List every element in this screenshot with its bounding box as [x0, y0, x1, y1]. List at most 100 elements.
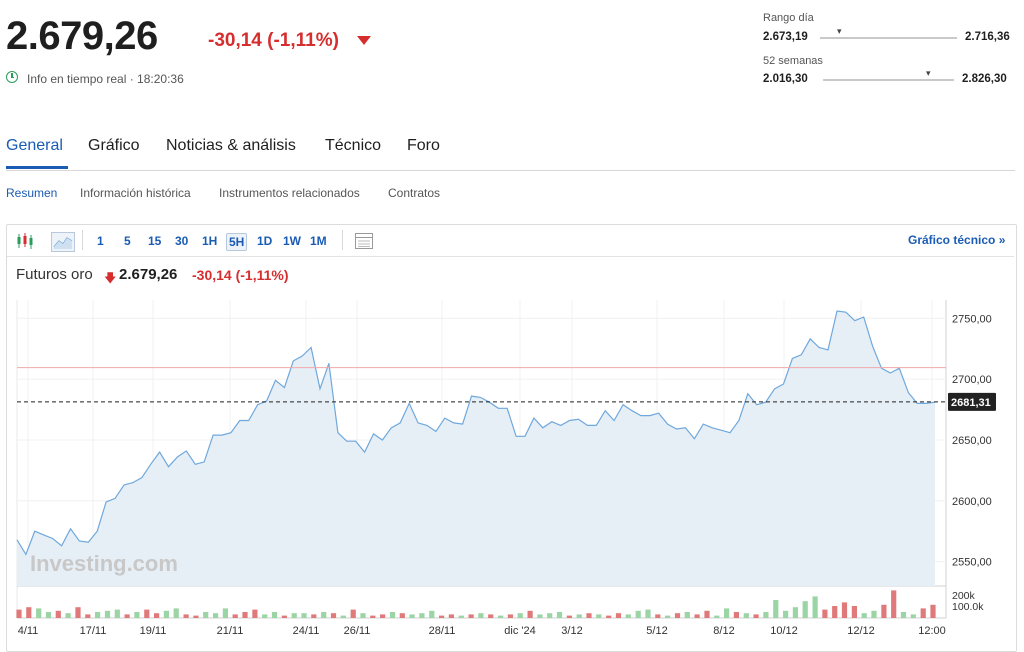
volume-bar	[330, 613, 337, 618]
volume-tick-label: 100.0k	[952, 601, 984, 613]
volume-bar	[822, 609, 828, 618]
x-tick-label: dic '24	[504, 625, 535, 637]
volume-bar	[55, 610, 61, 618]
volume-bar	[891, 590, 897, 618]
volume-bar	[733, 612, 739, 618]
volume-bar	[16, 609, 22, 618]
volume-bar	[753, 614, 759, 618]
volume-bar	[763, 612, 769, 618]
volume-bar	[124, 614, 130, 618]
volume-bar	[694, 614, 700, 618]
x-tick-label: 28/11	[429, 625, 456, 637]
volume-bar	[291, 613, 297, 618]
volume-bar	[242, 612, 248, 618]
x-tick-label: 12:00	[918, 625, 946, 637]
volume-bar	[802, 601, 808, 618]
volume-bar	[45, 612, 52, 618]
volume-bar	[458, 615, 464, 618]
volume-bar	[556, 612, 563, 618]
volume-bar	[851, 606, 857, 618]
y-tick-label: 2700,00	[952, 374, 992, 386]
volume-bar	[743, 613, 749, 618]
volume-bar	[26, 607, 32, 618]
volume-bar	[841, 602, 848, 618]
volume-bar	[193, 615, 199, 618]
volume-bar	[910, 614, 916, 618]
volume-bar	[350, 609, 356, 618]
volume-bar	[792, 607, 798, 618]
y-tick-label: 2600,00	[952, 496, 992, 508]
volume-bar	[281, 615, 287, 618]
x-tick-label: 19/11	[140, 625, 167, 637]
volume-bar	[419, 613, 425, 618]
volume-bar	[832, 606, 838, 618]
volume-bar	[527, 610, 533, 618]
volume-bar	[429, 610, 435, 618]
volume-bar	[871, 610, 877, 618]
volume-bar	[301, 613, 307, 618]
volume-bar	[85, 614, 91, 618]
volume-bar	[114, 609, 120, 618]
volume-bar	[262, 614, 268, 618]
volume-bar	[389, 612, 396, 618]
volume-bar	[36, 608, 42, 618]
y-tick-label: 2650,00	[952, 435, 992, 447]
current-price-label: 2681,31	[951, 397, 991, 409]
volume-bar	[478, 613, 484, 618]
volume-bar	[468, 614, 474, 618]
volume-bar	[252, 609, 258, 618]
volume-bar	[547, 613, 553, 618]
volume-bar	[674, 613, 681, 618]
price-chart[interactable]: 2550,00 2600,00 2650,00 2700,00 2750,00 2681,…	[0, 0, 1024, 650]
volume-bar	[65, 613, 71, 618]
volume-bar	[920, 608, 926, 618]
volume-bar	[812, 596, 818, 618]
volume-bar	[213, 613, 219, 618]
y-tick-label: 2750,00	[952, 313, 992, 325]
volume-bar	[183, 614, 189, 618]
x-tick-label: 24/11	[293, 625, 320, 637]
volume-bar	[704, 610, 710, 618]
volume-bar	[861, 613, 867, 618]
investing-watermark: Investing.com	[30, 551, 178, 576]
volume-bar	[311, 614, 317, 618]
volume-bar	[714, 615, 720, 618]
volume-bar	[380, 614, 386, 618]
volume-bar	[321, 612, 327, 618]
volume-bar	[537, 614, 543, 618]
volume-bar	[615, 613, 622, 618]
volume-bar	[773, 600, 779, 618]
x-tick-label: 17/11	[80, 625, 107, 637]
x-tick-label: 3/12	[561, 625, 582, 637]
volume-bar	[724, 608, 730, 618]
x-tick-label: 8/12	[713, 625, 734, 637]
volume-bar	[625, 614, 631, 618]
volume-bar	[232, 614, 238, 618]
volume-bar	[271, 612, 278, 618]
volume-bar	[517, 613, 523, 618]
volume-bar	[645, 609, 651, 618]
volume-bar	[154, 613, 160, 618]
volume-bar	[370, 615, 376, 618]
volume-bar	[665, 615, 671, 618]
volume-bar	[222, 608, 228, 618]
volume-bar	[596, 614, 602, 618]
x-tick-label: 12/12	[847, 625, 875, 637]
volume-bar	[144, 609, 150, 618]
x-tick-label: 10/12	[770, 625, 798, 637]
volume-bar	[606, 615, 612, 618]
volume-bar	[783, 610, 789, 618]
volume-bar	[900, 612, 907, 618]
volume-bar	[104, 610, 111, 618]
volume-bar	[163, 610, 169, 618]
volume-bar	[95, 612, 101, 618]
volume-bar	[173, 608, 179, 618]
volume-bar	[881, 604, 887, 618]
volume-bar	[635, 610, 641, 618]
x-tick-label: 5/12	[646, 625, 667, 637]
volume-bar	[576, 614, 582, 618]
volume-bar	[134, 612, 140, 618]
volume-bar	[586, 613, 592, 618]
volume-bar	[439, 615, 445, 618]
volume-bar	[340, 615, 346, 618]
